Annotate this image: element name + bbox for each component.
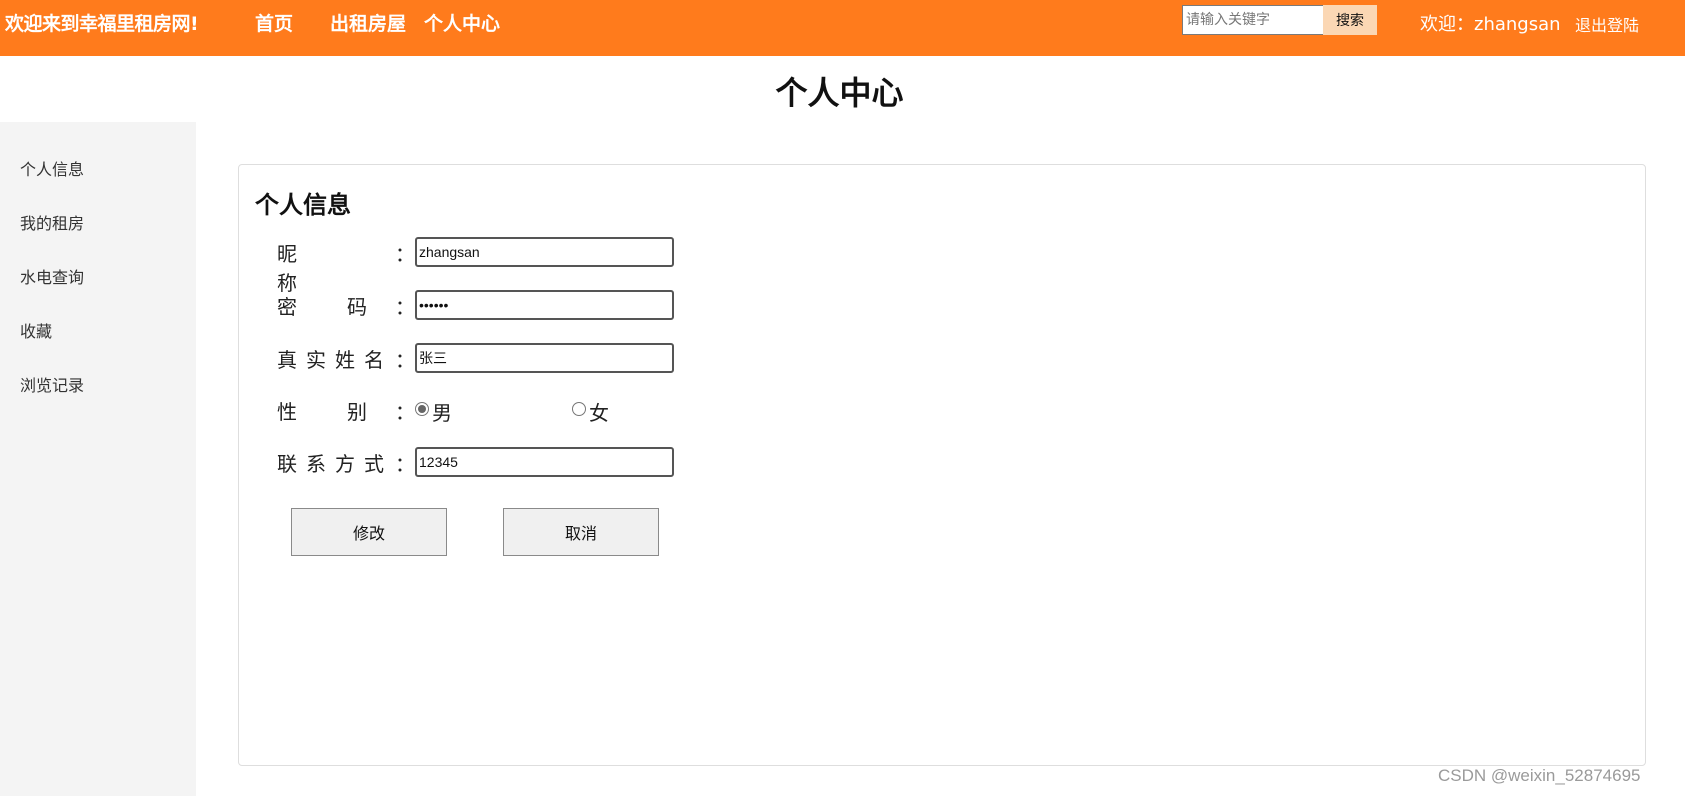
gender-male-label: 男 xyxy=(432,401,452,425)
nickname-input[interactable] xyxy=(415,237,674,267)
site-welcome-text: 欢迎来到幸福里租房网! xyxy=(5,13,199,35)
radio-unchecked-icon[interactable] xyxy=(572,401,586,416)
password-input[interactable] xyxy=(415,290,674,320)
real-name-colon: ： xyxy=(395,348,415,372)
sidebar-item-browse-history[interactable]: 浏览记录 xyxy=(20,372,84,396)
nickname-colon: ： xyxy=(395,242,415,266)
cancel-button[interactable]: 取消 xyxy=(503,508,659,556)
contact-label-text: 联系方式 xyxy=(277,452,393,476)
gender-option-male[interactable]: 男 xyxy=(415,397,452,426)
search-input[interactable] xyxy=(1182,5,1324,35)
watermark: CSDN @weixin_52874695 xyxy=(1438,766,1641,785)
contact-label: 联系方式 xyxy=(277,448,393,477)
panel-title: 个人信息 xyxy=(255,191,351,219)
gender-colon: ： xyxy=(395,400,415,424)
user-welcome-text: 欢迎：zhangsan xyxy=(1420,14,1561,35)
logout-link[interactable]: 退出登陆 xyxy=(1575,12,1639,36)
nickname-label-text: 昵称 xyxy=(277,242,347,295)
contact-colon: ： xyxy=(395,452,415,476)
nav-rent-out-link[interactable]: 出租房屋 xyxy=(330,9,406,36)
radio-checked-icon[interactable] xyxy=(415,401,429,416)
sidebar-item-my-rentals[interactable]: 我的租房 xyxy=(20,210,84,234)
real-name-label: 真实姓名 xyxy=(277,344,393,373)
gender-option-female[interactable]: 女 xyxy=(572,397,609,426)
sidebar-item-utility-query[interactable]: 水电查询 xyxy=(20,264,84,288)
password-colon: ： xyxy=(395,295,415,319)
nav-home-link[interactable]: 首页 xyxy=(255,9,293,36)
sidebar-item-personal-info[interactable]: 个人信息 xyxy=(20,156,84,180)
contact-input[interactable] xyxy=(415,447,674,477)
sidebar: 个人信息 我的租房 水电查询 收藏 浏览记录 xyxy=(0,122,196,796)
sidebar-item-favorites[interactable]: 收藏 xyxy=(20,318,52,342)
modify-button[interactable]: 修改 xyxy=(291,508,447,556)
page-title: 个人中心 xyxy=(775,74,904,112)
nav-personal-center-link[interactable]: 个人中心 xyxy=(424,9,500,36)
real-name-input[interactable] xyxy=(415,343,674,373)
top-navigation-bar: 欢迎来到幸福里租房网! 首页 出租房屋 个人中心 搜索 欢迎：zhangsan … xyxy=(0,0,1685,56)
search-button[interactable]: 搜索 xyxy=(1323,5,1377,35)
page-title-row: 个人中心 xyxy=(0,68,1685,114)
gender-female-label: 女 xyxy=(589,401,609,425)
nickname-label: 昵称 xyxy=(277,238,387,296)
personal-info-panel: 个人信息 昵称 ： 密码 ： 真实姓名 ： 性别 ： 男 女 联系方式 ： 修改… xyxy=(238,164,1646,766)
real-name-label-text: 真实姓名 xyxy=(277,348,393,372)
